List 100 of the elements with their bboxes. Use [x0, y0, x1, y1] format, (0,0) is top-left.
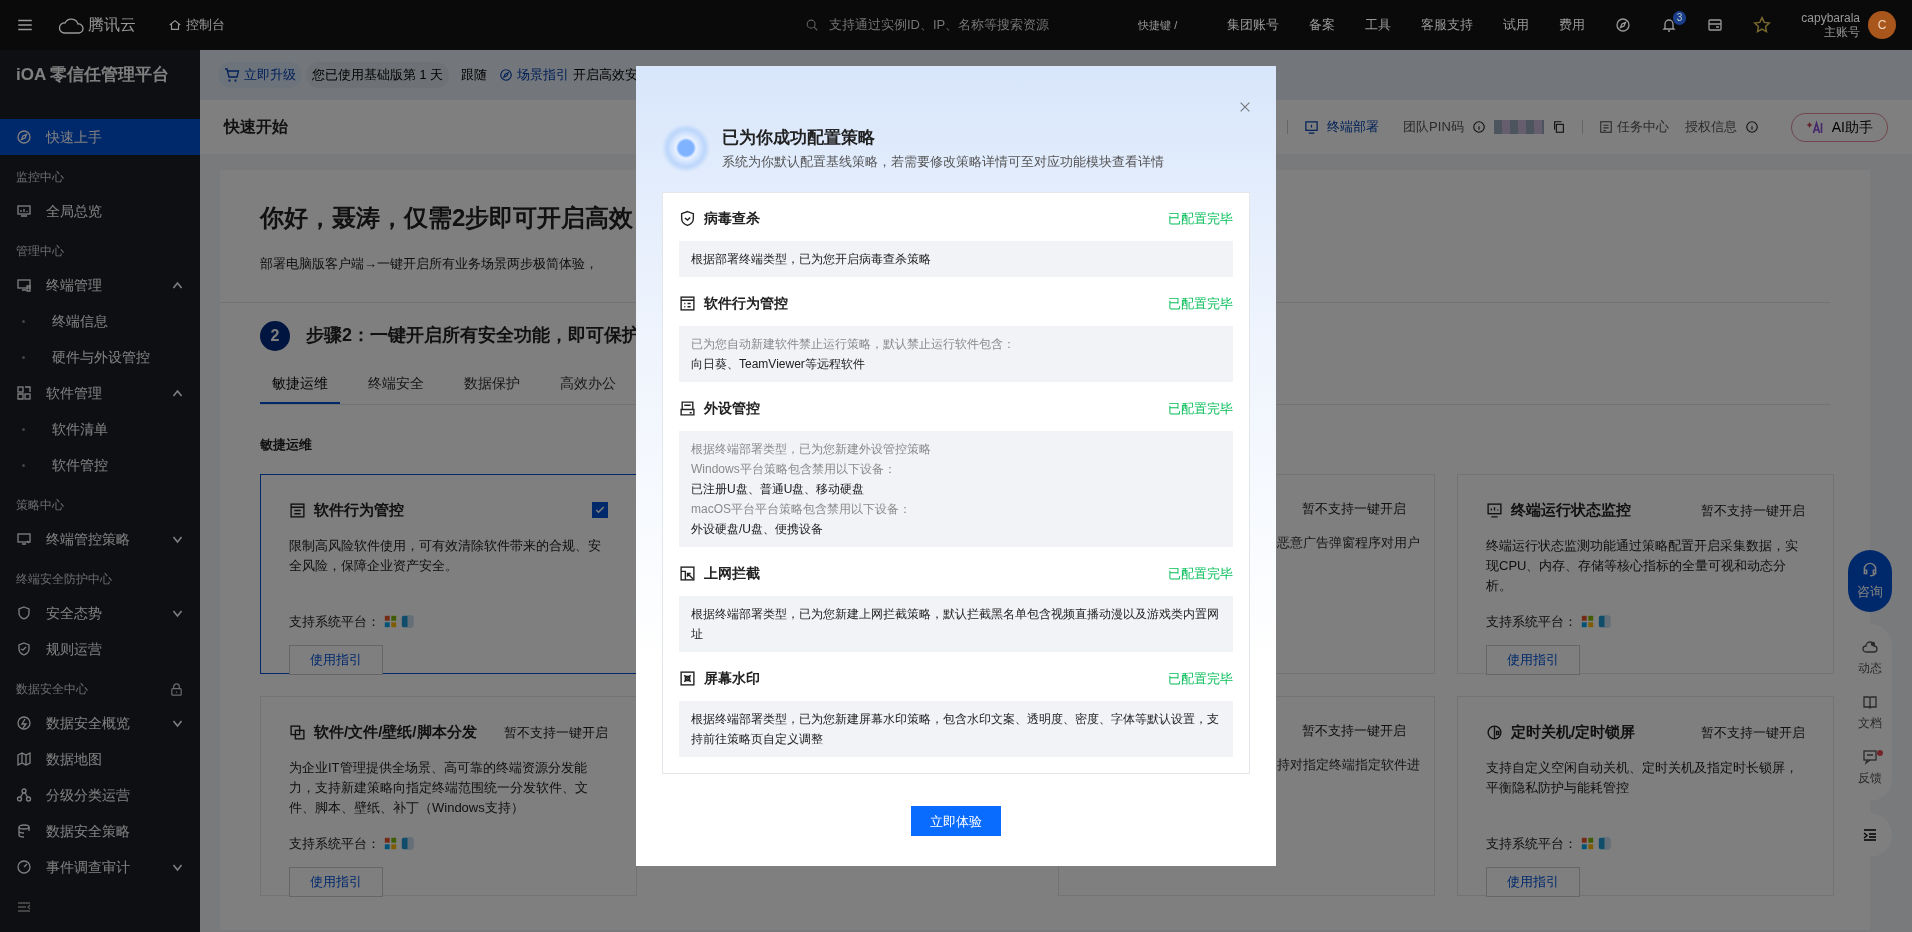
card-title: 软件行为管控	[314, 500, 404, 520]
menu-item-icon	[16, 751, 32, 767]
user-avatar[interactable]: C	[1868, 11, 1896, 39]
feature-icon	[1486, 723, 1503, 741]
sidebar-item[interactable]: 全局总览	[0, 193, 200, 229]
top-nav-link[interactable]: 集团账号	[1227, 15, 1280, 35]
guide-button[interactable]: 使用指引	[1486, 867, 1580, 897]
top-nav-link[interactable]: 备案	[1309, 15, 1336, 35]
sidebar-item[interactable]: 事件调查审计	[0, 849, 200, 885]
category-tab[interactable]: 终端安全	[356, 372, 436, 404]
guide-link[interactable]: 场景指引	[498, 65, 569, 85]
menu-section-heading: 数据安全中心	[16, 681, 88, 698]
star-icon[interactable]	[1753, 16, 1772, 34]
toolbar-button[interactable]: 文档	[1848, 685, 1892, 740]
support-status: 暂不支持一键开启	[1701, 501, 1805, 520]
policy-title: 上网拦截	[704, 564, 760, 583]
sidebar-subitem[interactable]: 软件管控	[0, 447, 200, 483]
upgrade-button[interactable]: 立即升级	[218, 61, 302, 89]
guide-button[interactable]: 使用指引	[289, 867, 383, 897]
menu-item-icon	[16, 715, 32, 731]
policy-title: 屏幕水印	[704, 669, 760, 688]
ticket-icon[interactable]	[1707, 17, 1724, 33]
top-nav-link[interactable]: 试用	[1503, 15, 1530, 35]
description-line: 根据终端部署类型，已为您新建外设管控策略	[691, 441, 932, 458]
consult-button[interactable]: 咨询	[1848, 550, 1892, 612]
description-line: Windows平台策略包含禁用以下设备：	[691, 461, 897, 478]
card-title: 定时关机/定时锁屏	[1511, 722, 1636, 742]
sidebar-item[interactable]: 数据安全策略	[0, 813, 200, 849]
sidebar-item[interactable]: 规则运营	[0, 631, 200, 667]
menu-section-heading: 策略中心	[16, 497, 64, 514]
headset-icon	[1861, 560, 1879, 579]
configured-status: 已配置完毕	[1168, 294, 1233, 313]
compass-icon[interactable]	[1615, 17, 1632, 33]
bell-icon[interactable]	[1661, 17, 1678, 33]
card-description: 为企业IT管理提供全场景、高可靠的终端资源分发能力，支持新建策略向指定终端范围统一分发软件、文件、脚本、壁纸、补丁（Windows支持）	[289, 758, 589, 817]
sidebar-item[interactable]: 分级分类运营	[0, 777, 200, 813]
menu-item-icon	[16, 129, 32, 145]
platforms-label: 支持系统平台：	[1486, 612, 1577, 631]
guide-button[interactable]: 使用指引	[1486, 645, 1580, 675]
configured-status: 已配置完毕	[1168, 564, 1233, 583]
user-name[interactable]: capybarala	[1801, 11, 1860, 25]
info-icon	[1744, 120, 1759, 134]
category-tab[interactable]: 高效办公	[548, 372, 628, 404]
category-tab[interactable]: 数据保护	[452, 372, 532, 404]
top-nav-link[interactable]: 费用	[1559, 15, 1586, 35]
sidebar-item[interactable]: 安全态势	[0, 595, 200, 631]
description-line: 已为您自动新建软件禁止运行策略，默认禁止运行软件包含：	[691, 336, 1016, 353]
support-status: 暂不支持一键开启	[1302, 722, 1406, 740]
search-field[interactable]: 支持通过实例ID、IP、名称等搜索资源	[827, 14, 1057, 36]
description-line: 向日葵、TeamViewer等远程软件	[691, 356, 866, 373]
menu-section-heading: 终端安全防护中心	[16, 571, 112, 588]
sidebar-item[interactable]: 软件管理	[0, 375, 200, 411]
checkbox[interactable]	[592, 502, 608, 519]
copy-icon[interactable]	[1551, 120, 1566, 134]
deploy-link[interactable]: 终端部署	[1304, 117, 1380, 137]
toolbar-icon	[1862, 693, 1878, 710]
description-line: 根据终端部署类型，已为您新建屏幕水印策略，包含水印文案、透明度、密度、字体等默认设置，支持前往策略页自定义调整	[691, 711, 1220, 748]
step-number: 2	[260, 320, 290, 351]
ai-assistant-button[interactable]: AI助手	[1790, 112, 1888, 142]
sidebar-item[interactable]: 数据地图	[0, 741, 200, 777]
policy-icon	[679, 295, 696, 312]
guide-button[interactable]: 使用指引	[289, 645, 383, 675]
license-link[interactable]: 授权信息	[1684, 117, 1737, 137]
console-link[interactable]: 控制台	[186, 15, 225, 35]
support-status: 暂不支持一键开启	[504, 723, 608, 742]
top-nav-link[interactable]: 工具	[1365, 15, 1392, 35]
sidebar-item[interactable]: 数据安全概览	[0, 705, 200, 741]
sidebar-subitem[interactable]: 软件清单	[0, 411, 200, 447]
toolbar-button[interactable]: 动态	[1848, 630, 1892, 685]
menu-item-icon	[16, 385, 32, 401]
card-description: 恶意广告弹窗程序对用户	[1277, 533, 1420, 552]
menu-section-heading: 监控中心	[16, 169, 64, 186]
platforms-label: 支持系统平台：	[1486, 834, 1577, 853]
sidebar-subitem[interactable]: 终端信息	[0, 303, 200, 339]
search-icon	[805, 18, 819, 32]
support-status: 暂不支持一键开启	[1302, 500, 1406, 518]
card-description: 持对指定终端指定软件进	[1277, 755, 1420, 774]
page-title: 快速开始	[224, 117, 288, 137]
menu-section-heading: 管理中心	[16, 243, 64, 260]
sidebar-subitem[interactable]: 硬件与外设管控	[0, 339, 200, 375]
menu-item-icon	[16, 203, 32, 219]
greeting-heading: 你好，聂涛，仅需2步即可开启高效	[260, 203, 634, 233]
top-nav-link[interactable]: 客服支持	[1421, 15, 1474, 35]
account-role: 主账号	[1823, 25, 1860, 39]
toolbar-button[interactable]: 反馈	[1848, 740, 1892, 795]
cloud-icon[interactable]	[58, 15, 84, 35]
tasks-link[interactable]: 任务中心	[1598, 117, 1669, 137]
sidebar-item[interactable]: 快速上手	[0, 119, 200, 155]
card-description: 终端运行状态监测功能通过策略配置开启采集数据，实现CPU、内存、存储等核心指标的全量可视和动态分析。	[1486, 536, 1799, 595]
toolbar-icon	[1862, 638, 1878, 655]
shortcut-hint: 快捷键 /	[1138, 17, 1178, 33]
dialog-title: 已为你成功配置策略	[722, 126, 876, 149]
category-tab[interactable]: 敏捷运维	[260, 372, 340, 404]
sidebar-item[interactable]: 终端管控策略	[0, 521, 200, 557]
brand-name[interactable]: 腾讯云	[88, 13, 136, 37]
try-now-button[interactable]: 立即体验	[911, 806, 1001, 836]
hero-subtitle: 部署电脑版客户端→一键开启所有业务场景两步极简体验，	[260, 255, 598, 273]
sidebar-item[interactable]: 终端管理	[0, 267, 200, 303]
menu-item-icon	[16, 787, 32, 803]
platforms-label: 支持系统平台：	[289, 612, 380, 631]
